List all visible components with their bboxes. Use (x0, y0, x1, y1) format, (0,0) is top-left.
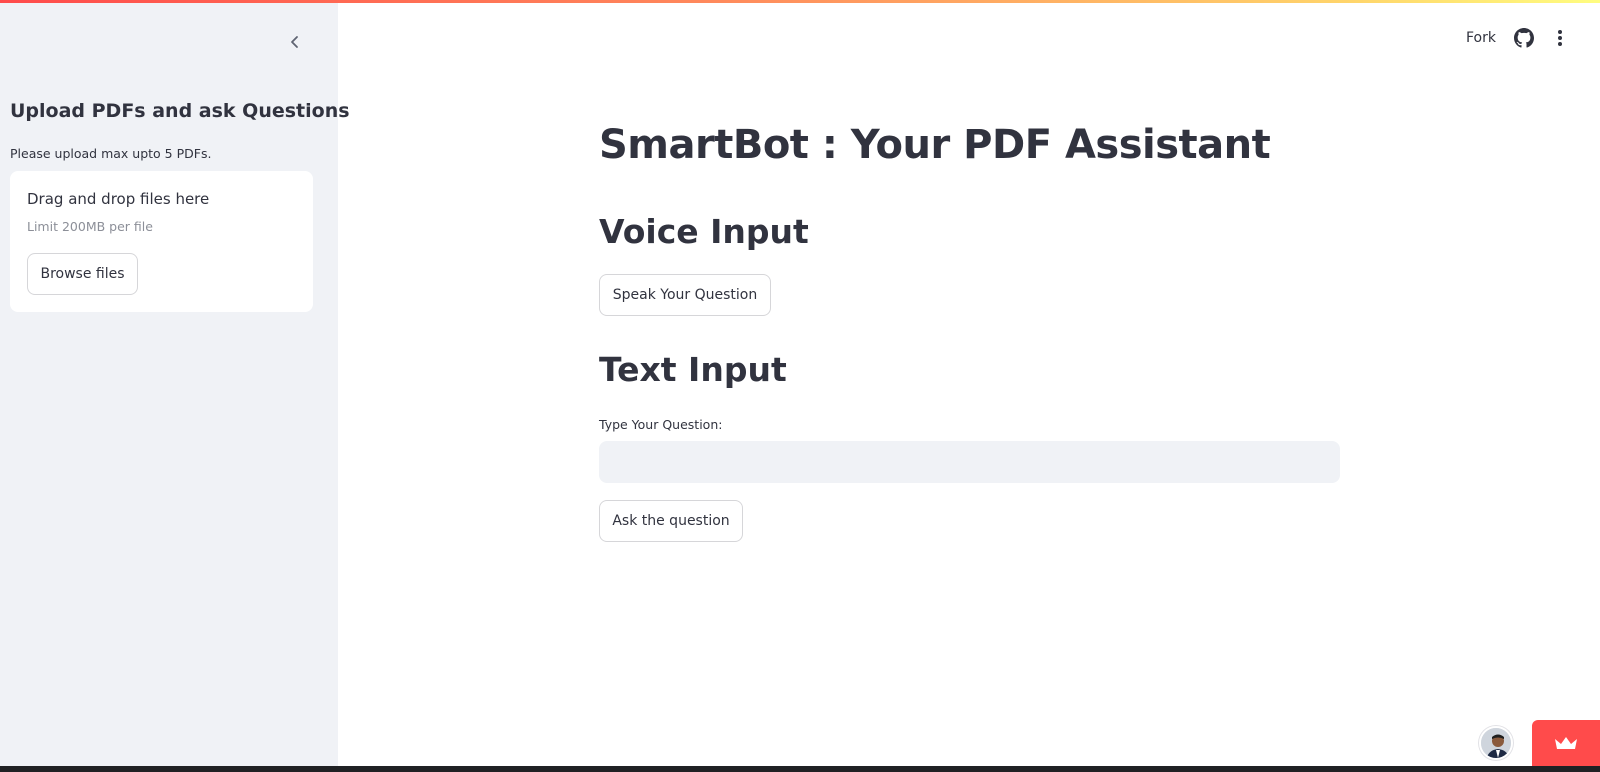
file-dropzone[interactable]: Drag and drop files here Limit 200MB per… (10, 171, 313, 312)
upload-limit-note: Please upload max upto 5 PDFs. (10, 146, 212, 161)
sidebar: Upload PDFs and ask Questions Please upl… (0, 0, 350, 766)
page-title: SmartBot : Your PDF Assistant (599, 122, 1271, 168)
question-input-label: Type Your Question: (599, 417, 723, 432)
sidebar-title: Upload PDFs and ask Questions (10, 100, 350, 122)
more-vertical-icon[interactable] (1549, 26, 1571, 50)
crown-badge[interactable] (1532, 720, 1600, 766)
user-avatar[interactable] (1479, 726, 1513, 760)
fork-link[interactable]: Fork (1466, 30, 1496, 46)
collapse-sidebar-button[interactable] (281, 28, 309, 56)
github-icon[interactable] (1514, 28, 1534, 48)
ask-question-button[interactable]: Ask the question (599, 500, 743, 542)
speak-question-button[interactable]: Speak Your Question (599, 274, 771, 316)
text-input-heading: Text Input (599, 350, 787, 389)
voice-input-heading: Voice Input (599, 212, 809, 251)
browse-files-button[interactable]: Browse files (27, 253, 138, 295)
question-input[interactable] (599, 441, 1340, 483)
chevron-left-icon (291, 36, 298, 48)
dropzone-text: Drag and drop files here (27, 190, 210, 208)
dropzone-limit-text: Limit 200MB per file (27, 219, 153, 234)
bottom-bar (0, 766, 1600, 772)
crown-icon (1555, 737, 1577, 749)
header-actions: Fork (1466, 26, 1496, 50)
top-decoration-bar (0, 0, 1600, 3)
